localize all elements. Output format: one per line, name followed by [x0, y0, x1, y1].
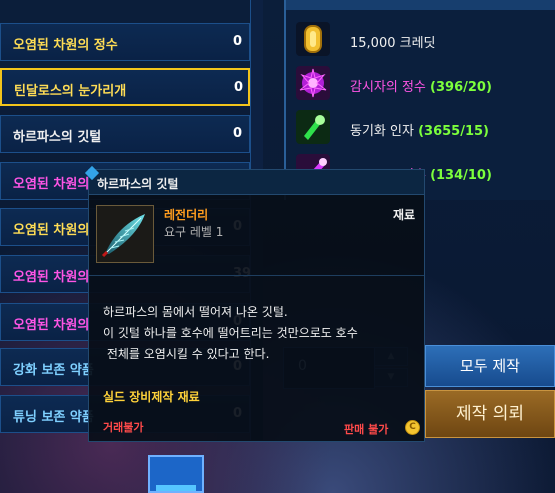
bottom-tab-indicator[interactable] — [148, 455, 204, 493]
material-count: (3655/15) — [418, 124, 489, 139]
feather-icon — [96, 205, 154, 263]
sell-status: 판매 불가 — [344, 423, 389, 436]
item-usage: 실드 장비제작 재료 — [103, 390, 200, 404]
item-grade: 레전더리 — [164, 208, 209, 222]
item-level: 요구 레벨 1 — [164, 225, 224, 239]
recipe-name: 오염된 차원의 — [13, 223, 90, 238]
tooltip-title: 하르파스의 깃털 — [97, 177, 179, 191]
recipe-name: 강화 보존 약품 — [13, 363, 94, 378]
material-name: 15,000 크레딧 — [350, 36, 436, 51]
material-name: 동기화 인자 — [350, 124, 414, 139]
make-all-button[interactable]: 모두 제작 — [425, 345, 555, 387]
recipe-name: 오염된 차원의 — [13, 318, 90, 333]
list-item-selected[interactable]: 틴달로스의 눈가리개 0 — [0, 68, 250, 106]
materials-header — [286, 0, 555, 10]
recipe-name: 오염된 차원의 — [13, 270, 90, 285]
material-row: 감시자의 정수 (396/20) — [292, 62, 552, 106]
credit-icon — [296, 22, 330, 56]
recipe-name: 오염된 차원의 — [13, 177, 90, 192]
material-count: (396/20) — [430, 80, 492, 95]
material-count: (134/10) — [430, 168, 492, 183]
trade-status: 거래불가 — [103, 421, 144, 434]
recipe-name: 틴달로스의 눈가리개 — [14, 84, 127, 99]
recipe-count: 0 — [233, 126, 243, 141]
item-tooltip: 하르파스의 깃털 레전더리 요구 레벨 1 재료 하르파스의 몸에서 떨어져 나… — [84, 165, 425, 442]
sync-factor-icon — [296, 110, 330, 144]
craft-request-button[interactable]: 제작 의뢰 — [425, 390, 555, 438]
tooltip-header: 하르파스의 깃털 — [89, 170, 424, 195]
recipe-count: 0 — [234, 80, 244, 95]
list-item[interactable]: 오염된 차원의 정수 0 — [0, 23, 250, 61]
material-name: 감시자의 정수 — [350, 80, 426, 95]
recipe-name: 하르파스의 깃털 — [13, 130, 102, 145]
recipe-name: 튜닝 보존 약품 — [13, 410, 94, 425]
coin-icon: C — [405, 420, 420, 435]
recipe-count: 0 — [233, 34, 243, 49]
material-row: 동기화 인자 (3655/15) — [292, 106, 552, 150]
watcher-essence-icon — [296, 66, 330, 100]
tooltip-divider — [89, 275, 424, 276]
item-description: 하르파스의 몸에서 떨어져 나온 깃털. 이 깃털 하나를 호수에 떨어트리는 … — [103, 305, 358, 361]
item-type: 재료 — [393, 208, 416, 222]
recipe-name: 오염된 차원의 정수 — [13, 38, 118, 53]
material-row: 15,000 크레딧 — [292, 18, 552, 62]
list-item[interactable]: 하르파스의 깃털 0 — [0, 115, 250, 153]
